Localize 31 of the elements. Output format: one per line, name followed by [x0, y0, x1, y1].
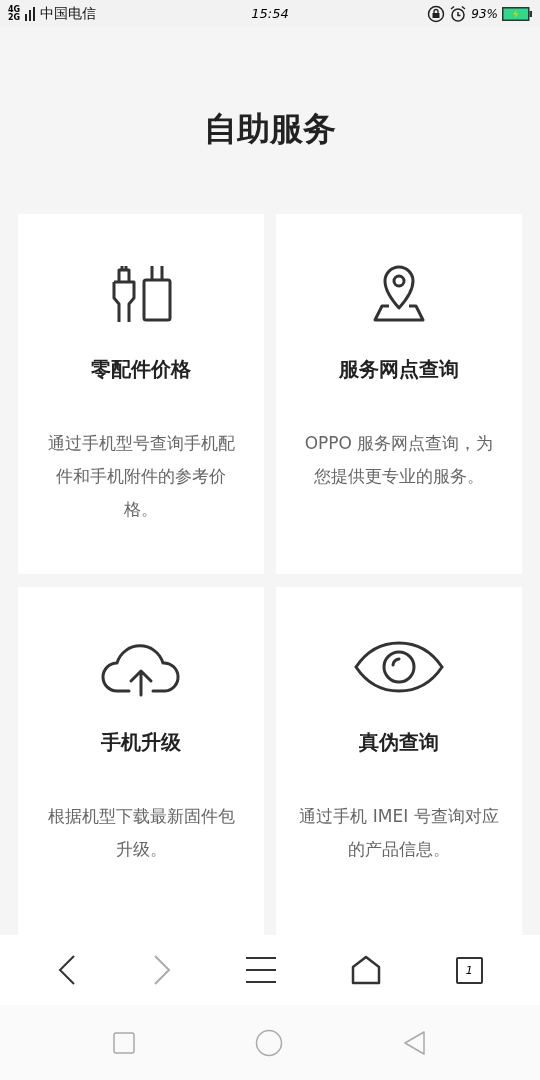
card-title: 服务网点查询 [339, 356, 459, 383]
card-description: 根据机型下载最新固件包升级。 [46, 805, 236, 861]
back-triangle-icon[interactable] [403, 1029, 427, 1056]
service-card[interactable]: 零配件价格 通过手机型号查询手机配件和手机附件的参考价格。 [18, 214, 264, 574]
tabs-button[interactable]: 1 [455, 956, 483, 984]
card-description: OPPO 服务网点查询，为您提供更专业的服务。 [303, 432, 495, 488]
card-title: 手机升级 [101, 729, 181, 756]
card-title: 零配件价格 [91, 356, 191, 383]
back-icon[interactable] [57, 954, 78, 986]
home-circle-icon[interactable] [255, 1028, 283, 1057]
signal-icon [24, 5, 37, 22]
network-label: 4G [8, 5, 21, 14]
rotation-lock-icon [427, 4, 446, 23]
recents-icon[interactable] [113, 1031, 135, 1054]
battery-icon [502, 6, 532, 21]
forward-icon[interactable] [151, 954, 172, 986]
card-description: 通过手机型号查询手机配件和手机附件的参考价格。 [46, 432, 236, 521]
battery-percent: 93% [471, 6, 498, 21]
home-icon[interactable] [351, 955, 382, 985]
carrier-name: 中国电信 [40, 4, 97, 23]
service-card[interactable]: 真伪查询 通过手机 IMEI 号查询对应的产品信息。 [276, 587, 522, 935]
menu-icon[interactable] [246, 957, 277, 983]
clock-time: 15:54 [250, 6, 290, 21]
service-card[interactable]: 服务网点查询 OPPO 服务网点查询，为您提供更专业的服务。 [276, 214, 522, 574]
card-title: 真伪查询 [359, 729, 439, 756]
map-pin-icon [372, 264, 426, 324]
service-card[interactable]: 手机升级 根据机型下载最新固件包升级。 [18, 587, 264, 935]
page-title: 自助服务 [204, 108, 336, 150]
alarm-icon [449, 4, 468, 23]
network-label: 2G [8, 13, 21, 22]
card-description: 通过手机 IMEI 号查询对应的产品信息。 [298, 805, 500, 861]
